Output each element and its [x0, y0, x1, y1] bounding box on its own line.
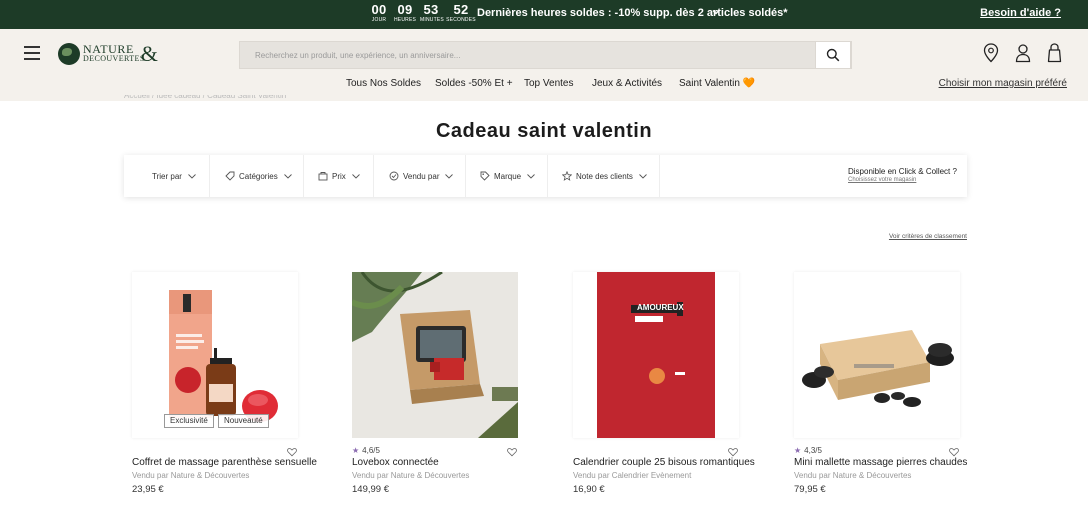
- logo-text: NATURE DECOUVERTES: [83, 42, 145, 64]
- chevron-down-icon: [639, 174, 647, 179]
- product-name[interactable]: Mini mallette massage pierres chaudes: [794, 457, 967, 468]
- chevron-down-icon: [283, 174, 292, 179]
- main-nav: Tous Nos Soldes Soldes -50% Et + Top Ven…: [0, 78, 1088, 92]
- product-image[interactable]: [794, 272, 960, 438]
- countdown-value: 00: [371, 2, 387, 17]
- search-input[interactable]: [240, 42, 816, 68]
- countdown: 00 Jour 09 Heures 53 Minutes 52 Secondes: [368, 2, 476, 24]
- choose-store-link[interactable]: Choisissez votre magasin: [848, 177, 957, 183]
- product-image[interactable]: [132, 272, 298, 438]
- filter-bar: Trier par Catégories Prix Vendu par Marq…: [124, 155, 967, 197]
- countdown-seconds: 52 Secondes: [446, 2, 476, 24]
- countdown-days: 00 Jour: [368, 2, 390, 24]
- filter-label: Prix: [332, 171, 346, 181]
- menu-icon[interactable]: [24, 46, 40, 60]
- badge-new: Nouveauté: [218, 414, 269, 428]
- filter-categories[interactable]: Catégories: [210, 155, 304, 197]
- product-image-title: AMOUREUX: [637, 303, 684, 312]
- filter-label: Vendu par: [403, 171, 440, 181]
- tag-icon: [225, 171, 235, 181]
- product-image[interactable]: AMOUREUX: [573, 272, 739, 438]
- filter-brand[interactable]: Marque: [466, 155, 548, 197]
- product-name[interactable]: Calendrier couple 25 bisous romantiques: [573, 457, 755, 468]
- nav-item-saint-valentin[interactable]: Saint Valentin 🧡: [679, 78, 755, 89]
- product-name[interactable]: Lovebox connectée: [352, 457, 439, 468]
- countdown-label: Minutes: [420, 17, 444, 23]
- filter-label: Note des clients: [576, 171, 633, 181]
- countdown-hours: 09 Heures: [394, 2, 417, 24]
- product-seller: Vendu par Nature & Découvertes: [132, 471, 250, 480]
- logo-line1: NATURE: [83, 42, 134, 56]
- product-price: 149,99 €: [352, 484, 389, 495]
- countdown-value: 09: [397, 2, 413, 17]
- bag-icon[interactable]: [1047, 43, 1065, 63]
- breadcrumb[interactable]: Accueil / Idée cadeau / Cadeau Saint Val…: [124, 95, 286, 101]
- location-pin-icon[interactable]: [983, 43, 1001, 63]
- search-icon: [826, 48, 840, 62]
- promo-text[interactable]: Dernières heures soldes : -10% supp. dès…: [477, 7, 788, 19]
- search-bar: [239, 41, 852, 69]
- filter-sort[interactable]: Trier par: [124, 155, 210, 197]
- nav-item-jeux[interactable]: Jeux & Activités: [592, 78, 662, 89]
- store-choice-link[interactable]: Choisir mon magasin préféré: [939, 78, 1067, 89]
- star-icon: ★: [794, 446, 802, 455]
- heart-icon[interactable]: [949, 444, 959, 457]
- product-name[interactable]: Coffret de massage parenthèse sensuelle: [132, 457, 317, 468]
- countdown-label: Secondes: [446, 17, 476, 23]
- product-price: 16,90 €: [573, 484, 605, 495]
- chevron-down-icon: [445, 174, 454, 179]
- ranking-criteria-link[interactable]: Voir critères de classement: [889, 233, 967, 240]
- countdown-value: 53: [423, 2, 439, 17]
- nav-item-soldes-50[interactable]: Soldes -50% Et +: [435, 78, 513, 89]
- countdown-value: 52: [453, 2, 469, 17]
- logo-line2: DECOUVERTES: [83, 54, 145, 63]
- filter-label: Catégories: [239, 171, 278, 181]
- chevron-down-icon: [351, 174, 360, 179]
- product-image[interactable]: [352, 272, 518, 438]
- seller-icon: [389, 171, 399, 181]
- nav-item-soldes[interactable]: Tous Nos Soldes: [346, 78, 421, 89]
- rating-value: 4,3/5: [804, 446, 822, 455]
- heart-icon[interactable]: [728, 444, 738, 457]
- badge-exclusive: Exclusivité: [164, 414, 214, 428]
- rating-value: 4,6/5: [362, 446, 380, 455]
- globe-logo-icon: [58, 43, 80, 65]
- site-header: NATURE DECOUVERTES & Tous Nos Soldes Sol…: [0, 29, 1088, 101]
- filter-rating[interactable]: Note des clients: [548, 155, 660, 197]
- chevron-down-icon[interactable]: [711, 7, 721, 20]
- product-seller: Vendu par Calendrier Evènement: [573, 471, 692, 480]
- product-seller: Vendu par Nature & Découvertes: [352, 471, 470, 480]
- product-price: 23,95 €: [132, 484, 164, 495]
- product-rating: ★ 4,6/5: [352, 446, 380, 455]
- chevron-down-icon: [527, 174, 535, 179]
- countdown-minutes: 53 Minutes: [420, 2, 444, 24]
- filter-label: Marque: [494, 171, 522, 181]
- filter-seller[interactable]: Vendu par: [374, 155, 466, 197]
- product-price: 79,95 €: [794, 484, 826, 495]
- countdown-label: Jour: [371, 17, 387, 23]
- click-collect[interactable]: Disponible en Click & Collect ? Choisiss…: [848, 167, 957, 183]
- site-logo[interactable]: NATURE DECOUVERTES &: [58, 41, 158, 67]
- chevron-down-icon: [188, 174, 196, 179]
- click-collect-label: Disponible en Click & Collect ?: [848, 167, 957, 176]
- heart-icon[interactable]: [507, 444, 517, 457]
- page-title: Cadeau saint valentin: [435, 120, 653, 142]
- star-icon: [562, 171, 572, 181]
- product-seller: Vendu par Nature & Découvertes: [794, 471, 912, 480]
- promo-bar: 00 Jour 09 Heures 53 Minutes 52 Secondes…: [0, 0, 1088, 29]
- user-icon[interactable]: [1015, 43, 1033, 63]
- countdown-label: Heures: [394, 17, 417, 23]
- star-icon: ★: [352, 446, 360, 455]
- help-link[interactable]: Besoin d'aide ?: [980, 7, 1061, 19]
- product-rating: ★ 4,3/5: [794, 446, 822, 455]
- logo-ampersand: &: [140, 41, 158, 66]
- nav-item-top-ventes[interactable]: Top Ventes: [524, 78, 573, 89]
- search-button[interactable]: [815, 41, 851, 69]
- brand-tag-icon: [480, 171, 490, 181]
- filter-price[interactable]: Prix: [304, 155, 374, 197]
- heart-icon[interactable]: [287, 444, 297, 457]
- filter-label: Trier par: [152, 171, 182, 181]
- price-icon: [318, 172, 328, 181]
